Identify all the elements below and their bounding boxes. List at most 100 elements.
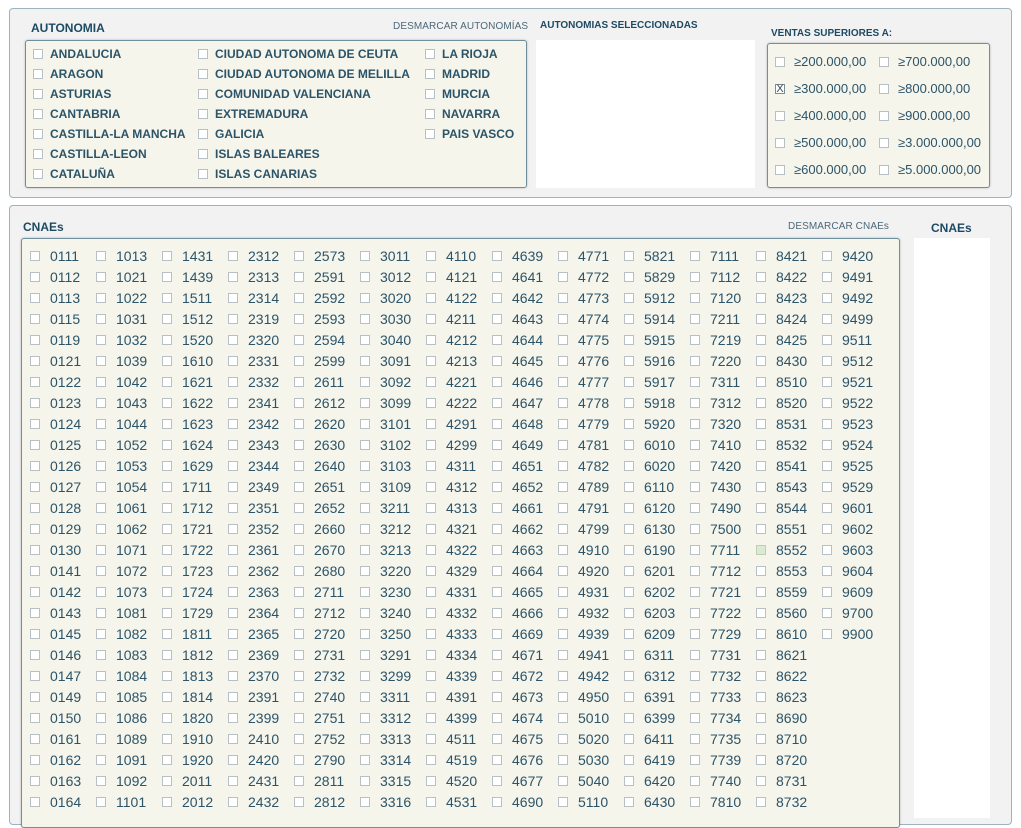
cnae-9-21-checkbox[interactable] [624,692,634,702]
cnae-3-3-checkbox[interactable] [228,314,238,324]
cnae-5-10-checkbox[interactable] [360,461,370,471]
cnae-9-26-checkbox[interactable] [624,797,634,807]
cnae-7-11-checkbox[interactable] [492,482,502,492]
cnae-4-8-checkbox[interactable] [294,419,304,429]
cnae-4-1-checkbox[interactable] [294,272,304,282]
cnae-10-0-checkbox[interactable] [690,251,700,261]
cnae-12-2-checkbox[interactable] [822,293,832,303]
cnae-2-21-checkbox[interactable] [162,692,172,702]
cnae-8-9-checkbox[interactable] [558,440,568,450]
cnae-0-13-checkbox[interactable] [30,524,40,534]
cnae-10-12-checkbox[interactable] [690,503,700,513]
cnae-10-24-checkbox[interactable] [690,755,700,765]
cnae-2-14-checkbox[interactable] [162,545,172,555]
ventas-0-2-checkbox[interactable] [775,111,785,121]
cnae-0-15-checkbox[interactable] [30,566,40,576]
cnae-4-16-checkbox[interactable] [294,587,304,597]
cnae-12-18-checkbox[interactable] [822,629,832,639]
cnae-0-5-checkbox[interactable] [30,356,40,366]
cnae-12-16-checkbox[interactable] [822,587,832,597]
cnae-11-20-checkbox[interactable] [756,671,766,681]
cnae-6-12-checkbox[interactable] [426,503,436,513]
cnae-11-14-checkbox[interactable] [756,545,766,555]
cnae-7-20-checkbox[interactable] [492,671,502,681]
cnae-3-22-checkbox[interactable] [228,713,238,723]
cnae-2-25-checkbox[interactable] [162,776,172,786]
ventas-0-4-checkbox[interactable] [775,165,785,175]
ventas-0-0-checkbox[interactable] [775,57,785,67]
cnae-3-12-checkbox[interactable] [228,503,238,513]
cnae-5-4-checkbox[interactable] [360,335,370,345]
cnae-7-14-checkbox[interactable] [492,545,502,555]
cnae-5-16-checkbox[interactable] [360,587,370,597]
autonomia-2-0-checkbox[interactable] [425,49,435,59]
cnae-7-10-checkbox[interactable] [492,461,502,471]
cnae-7-4-checkbox[interactable] [492,335,502,345]
cnae-6-18-checkbox[interactable] [426,629,436,639]
cnae-2-23-checkbox[interactable] [162,734,172,744]
cnae-5-17-checkbox[interactable] [360,608,370,618]
cnae-4-9-checkbox[interactable] [294,440,304,450]
cnae-5-25-checkbox[interactable] [360,776,370,786]
autonomia-1-1-checkbox[interactable] [198,69,208,79]
cnae-3-8-checkbox[interactable] [228,419,238,429]
cnaes-seleccionados-box[interactable] [914,238,990,818]
cnae-7-18-checkbox[interactable] [492,629,502,639]
cnae-12-15-checkbox[interactable] [822,566,832,576]
cnae-6-13-checkbox[interactable] [426,524,436,534]
autonomia-1-3-checkbox[interactable] [198,109,208,119]
cnae-4-20-checkbox[interactable] [294,671,304,681]
cnae-9-18-checkbox[interactable] [624,629,634,639]
cnae-10-11-checkbox[interactable] [690,482,700,492]
cnae-10-3-checkbox[interactable] [690,314,700,324]
cnae-4-15-checkbox[interactable] [294,566,304,576]
cnae-6-23-checkbox[interactable] [426,734,436,744]
cnae-4-7-checkbox[interactable] [294,398,304,408]
cnae-12-3-checkbox[interactable] [822,314,832,324]
cnae-8-13-checkbox[interactable] [558,524,568,534]
cnae-1-4-checkbox[interactable] [96,335,106,345]
cnae-6-11-checkbox[interactable] [426,482,436,492]
cnae-1-11-checkbox[interactable] [96,482,106,492]
cnae-2-18-checkbox[interactable] [162,629,172,639]
cnae-6-26-checkbox[interactable] [426,797,436,807]
cnae-2-8-checkbox[interactable] [162,419,172,429]
cnae-4-0-checkbox[interactable] [294,251,304,261]
cnae-10-16-checkbox[interactable] [690,587,700,597]
cnae-9-12-checkbox[interactable] [624,503,634,513]
cnae-2-6-checkbox[interactable] [162,377,172,387]
cnae-11-12-checkbox[interactable] [756,503,766,513]
cnae-9-15-checkbox[interactable] [624,566,634,576]
cnae-8-0-checkbox[interactable] [558,251,568,261]
cnae-8-22-checkbox[interactable] [558,713,568,723]
cnae-11-24-checkbox[interactable] [756,755,766,765]
cnae-4-11-checkbox[interactable] [294,482,304,492]
cnae-10-17-checkbox[interactable] [690,608,700,618]
cnae-9-9-checkbox[interactable] [624,440,634,450]
cnae-2-10-checkbox[interactable] [162,461,172,471]
cnae-8-6-checkbox[interactable] [558,377,568,387]
cnae-6-3-checkbox[interactable] [426,314,436,324]
cnae-11-5-checkbox[interactable] [756,356,766,366]
desmarcar-cnaes-button[interactable]: DESMARCAR CNAEs [788,221,889,232]
cnae-11-3-checkbox[interactable] [756,314,766,324]
cnae-1-6-checkbox[interactable] [96,377,106,387]
ventas-1-3-checkbox[interactable] [879,138,889,148]
cnae-0-3-checkbox[interactable] [30,314,40,324]
cnae-11-15-checkbox[interactable] [756,566,766,576]
cnae-10-9-checkbox[interactable] [690,440,700,450]
cnae-9-2-checkbox[interactable] [624,293,634,303]
cnae-2-24-checkbox[interactable] [162,755,172,765]
cnae-5-26-checkbox[interactable] [360,797,370,807]
cnae-7-8-checkbox[interactable] [492,419,502,429]
cnae-5-20-checkbox[interactable] [360,671,370,681]
cnae-12-17-checkbox[interactable] [822,608,832,618]
cnae-5-21-checkbox[interactable] [360,692,370,702]
cnae-7-16-checkbox[interactable] [492,587,502,597]
cnae-10-2-checkbox[interactable] [690,293,700,303]
cnae-8-20-checkbox[interactable] [558,671,568,681]
cnae-4-10-checkbox[interactable] [294,461,304,471]
cnae-4-4-checkbox[interactable] [294,335,304,345]
cnae-11-19-checkbox[interactable] [756,650,766,660]
cnae-11-8-checkbox[interactable] [756,419,766,429]
